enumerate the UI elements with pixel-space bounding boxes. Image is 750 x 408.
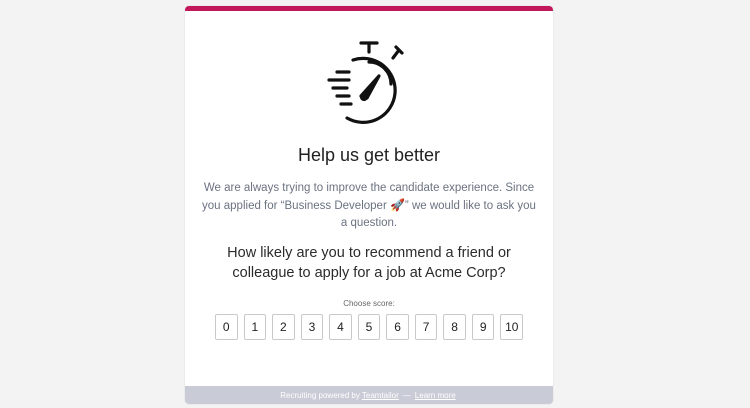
footer-separator: —	[402, 390, 411, 400]
score-options: 0 1 2 3 4 5 6 7 8 9 10	[215, 314, 524, 340]
score-button-4[interactable]: 4	[329, 314, 352, 340]
choose-score-label: Choose score:	[343, 299, 395, 308]
score-button-0[interactable]: 0	[215, 314, 238, 340]
accent-bar	[185, 6, 553, 11]
score-button-5[interactable]: 5	[357, 314, 381, 340]
score-button-2[interactable]: 2	[272, 314, 295, 340]
page-title: Help us get better	[297, 145, 441, 165]
rocket-emoji: 🚀	[389, 198, 405, 212]
score-button-7[interactable]: 7	[414, 314, 438, 340]
score-button-8[interactable]: 8	[443, 314, 466, 340]
footer: Recruiting powered by Teamtailor — Learn…	[185, 386, 553, 404]
score-button-9[interactable]: 9	[471, 314, 495, 340]
learn-more-link[interactable]: Learn more	[415, 391, 456, 400]
score-button-6[interactable]: 6	[386, 314, 409, 340]
intro-text: We are always trying to improve the cand…	[199, 180, 539, 232]
survey-card: Help us get better We are always trying …	[185, 6, 553, 404]
score-button-3[interactable]: 3	[300, 314, 324, 340]
teamtailor-link[interactable]: Teamtailor	[362, 391, 399, 400]
score-button-1[interactable]: 1	[243, 314, 267, 340]
stopwatch-icon	[185, 36, 553, 128]
survey-question: How likely are you to recommend a friend…	[227, 245, 511, 281]
footer-powered-by: Recruiting powered by	[280, 390, 360, 400]
score-button-10[interactable]: 10	[500, 314, 524, 340]
